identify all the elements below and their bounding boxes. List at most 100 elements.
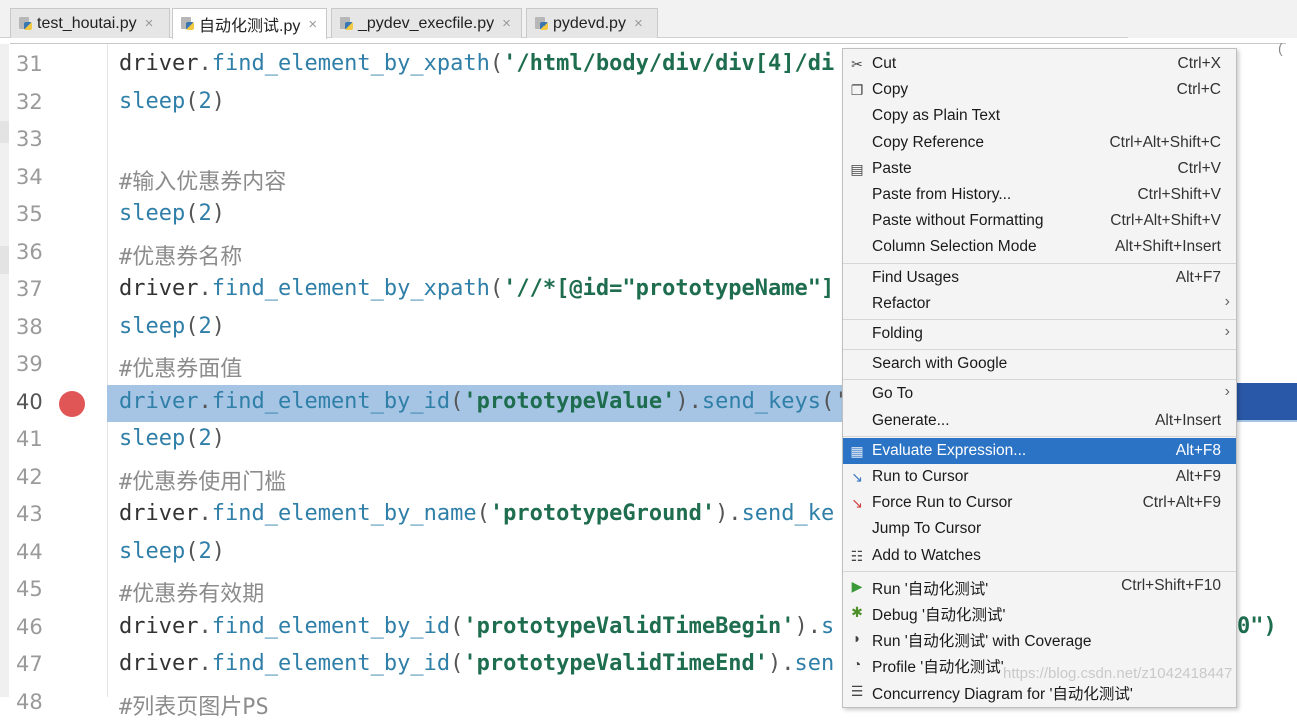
code-token: #优惠券使用门槛 <box>119 469 287 495</box>
menu-item-paste-from-history[interactable]: Paste from History... Ctrl+Shift+V <box>843 182 1236 208</box>
menu-item-label: Debug '自动化测试' <box>872 607 1006 624</box>
line-number: 31 <box>16 52 43 76</box>
code-line[interactable]: driver.find_element_by_xpath('//*[@id="p… <box>119 276 834 301</box>
menu-separator <box>843 435 1236 437</box>
scissors-icon: ✂ <box>851 56 863 72</box>
code-line[interactable]: sleep(2) <box>119 89 225 114</box>
menu-item-jump-to-cursor[interactable]: Jump To Cursor <box>843 516 1236 542</box>
code-token: sleep <box>119 88 186 114</box>
menu-item-add-to-watches[interactable]: ☷ Add to Watches <box>843 543 1236 569</box>
menu-item-refactor[interactable]: Refactor › <box>843 291 1236 317</box>
menu-item-force-run-to-cursor[interactable]: ↘ Force Run to Cursor Ctrl+Alt+F9 <box>843 490 1236 516</box>
menu-item-label: Concurrency Diagram for '自动化测试' <box>872 685 1133 703</box>
menu-item-label: Add to Watches <box>872 546 981 564</box>
code-token: find_element_by_xpath <box>211 276 490 301</box>
menu-item-paste[interactable]: ▤ Paste Ctrl+V <box>843 156 1236 182</box>
code-line[interactable]: sleep(2) <box>119 201 225 226</box>
menu-item-generate[interactable]: Generate... Alt+Insert <box>843 408 1236 434</box>
menu-item-run[interactable]: ▶ Run '自动化测试' Ctrl+Shift+F10 <box>843 573 1236 599</box>
code-token: #输入优惠券内容 <box>119 169 287 195</box>
menu-item-cut[interactable]: ✂ Cut Ctrl+X <box>843 51 1236 77</box>
submenu-arrow-icon: › <box>1224 383 1230 401</box>
line-number: 38 <box>16 314 43 339</box>
close-icon[interactable]: × <box>145 15 154 32</box>
code-line[interactable]: driver.find_element_by_id('prototypeValu… <box>119 389 848 414</box>
close-icon[interactable]: × <box>634 15 643 32</box>
menu-item-label: Copy Reference <box>872 133 985 151</box>
menu-item-label: Paste without Formatting <box>872 212 1044 230</box>
code-line[interactable]: driver.find_element_by_xpath('/html/body… <box>119 51 834 76</box>
menu-item-shortcut: Alt+F8 <box>1175 441 1221 459</box>
code-line[interactable]: sleep(2) <box>119 539 225 564</box>
code-token: ) <box>211 538 225 564</box>
menu-item-debug[interactable]: ✱ Debug '自动化测试' <box>843 599 1236 625</box>
menu-item-copy[interactable]: ❐ Copy Ctrl+C <box>843 77 1236 103</box>
change-marker <box>0 121 9 143</box>
tab-label: 自动化测试.py <box>199 18 301 35</box>
breakpoint-icon[interactable] <box>59 390 85 417</box>
code-line[interactable]: #列表页图片PS <box>119 689 269 721</box>
submenu-arrow-icon: › <box>1224 292 1230 310</box>
close-icon[interactable]: × <box>308 16 317 33</box>
menu-item-search-with-google[interactable]: Search with Google <box>843 351 1236 377</box>
code-line[interactable]: driver.find_element_by_name('prototypeGr… <box>119 501 834 526</box>
menu-item-go-to[interactable]: Go To › <box>843 381 1236 407</box>
line-number: 46 <box>16 614 43 639</box>
menu-item-run-with-coverage[interactable]: ◗ Run '自动化测试' with Coverage <box>843 625 1236 651</box>
tab-automation-test[interactable]: 自动化测试.py × <box>172 8 327 39</box>
code-token: sen <box>794 651 835 676</box>
line-number: 40 <box>16 389 43 414</box>
menu-item-evaluate-expression[interactable]: ▦ Evaluate Expression... Alt+F8 <box>843 437 1236 464</box>
code-token: ) <box>211 426 225 451</box>
code-line[interactable]: sleep(2) <box>119 426 225 451</box>
line-number: 36 <box>16 239 43 264</box>
menu-separator <box>843 349 1236 351</box>
code-line[interactable]: #优惠券面值 <box>119 351 242 383</box>
code-line[interactable]: driver.find_element_by_id('prototypeVali… <box>119 614 834 639</box>
menu-item-column-selection-mode[interactable]: Column Selection Mode Alt+Shift+Insert <box>843 234 1236 260</box>
menu-item-label: Folding <box>872 325 923 342</box>
menu-item-label: Run to Cursor <box>872 468 969 485</box>
code-line[interactable]: #优惠券名称 <box>119 239 242 271</box>
menu-separator <box>843 379 1236 381</box>
menu-item-label: Refactor <box>872 294 931 312</box>
code-token: ). <box>768 651 795 676</box>
code-line[interactable]: driver.find_element_by_id('prototypeVali… <box>119 651 834 676</box>
code-token: ( <box>489 51 504 76</box>
menu-item-copy-reference[interactable]: Copy Reference Ctrl+Alt+Shift+C <box>843 130 1236 156</box>
menu-separator <box>843 319 1236 320</box>
code-line[interactable]: #优惠券使用门槛 <box>119 464 286 496</box>
code-token: '/html/body/div/div[4]/di <box>503 51 835 76</box>
copy-icon: ❐ <box>850 82 864 99</box>
debug-icon: ✱ <box>851 604 863 620</box>
menu-item-copy-as-plain-text[interactable]: Copy as Plain Text <box>843 103 1236 129</box>
menu-item-folding[interactable]: Folding › <box>843 321 1236 347</box>
code-line[interactable]: sleep(2) <box>119 314 225 339</box>
menu-item-label: Profile '自动化测试' <box>872 659 1004 677</box>
menu-item-run-to-cursor[interactable]: ↘ Run to Cursor Alt+F9 <box>843 464 1236 490</box>
watermark: https://blog.csdn.net/z1042418447 <box>1003 665 1233 682</box>
menu-separator <box>843 262 1236 264</box>
tab-pydev-execfile[interactable]: _pydev_execfile.py × <box>331 8 522 38</box>
run-to-cursor-icon: ↘ <box>851 469 863 485</box>
tab-pydevd[interactable]: pydevd.py × <box>526 8 658 38</box>
menu-item-shortcut: Alt+Insert <box>1155 411 1221 429</box>
menu-item-shortcut: Ctrl+Shift+V <box>1137 186 1221 203</box>
code-line[interactable]: #优惠券有效期 <box>119 576 264 608</box>
menu-item-find-usages[interactable]: Find Usages Alt+F7 <box>843 265 1236 291</box>
code-token: ( <box>476 501 490 526</box>
tab-test-houtai[interactable]: test_houtai.py × <box>10 8 170 38</box>
profile-icon: ◔ <box>852 656 862 673</box>
menu-item-label: Search with Google <box>872 355 1008 373</box>
code-token: driver <box>119 388 199 414</box>
menu-item-label: Run '自动化测试' <box>872 580 989 598</box>
watches-icon: ☷ <box>850 547 864 564</box>
menu-item-paste-without-formatting[interactable]: Paste without Formatting Ctrl+Alt+Shift+V <box>843 208 1236 234</box>
code-token: find_element_by_xpath <box>211 51 490 76</box>
menu-item-shortcut: Ctrl+Alt+Shift+C <box>1109 133 1221 151</box>
code-line[interactable]: #输入优惠券内容 <box>119 164 286 196</box>
line-number: 32 <box>16 89 43 114</box>
code-token: 2 <box>198 201 212 226</box>
code-token: '//*[@id="prototypeName"] <box>503 276 835 301</box>
close-icon[interactable]: × <box>502 15 511 32</box>
